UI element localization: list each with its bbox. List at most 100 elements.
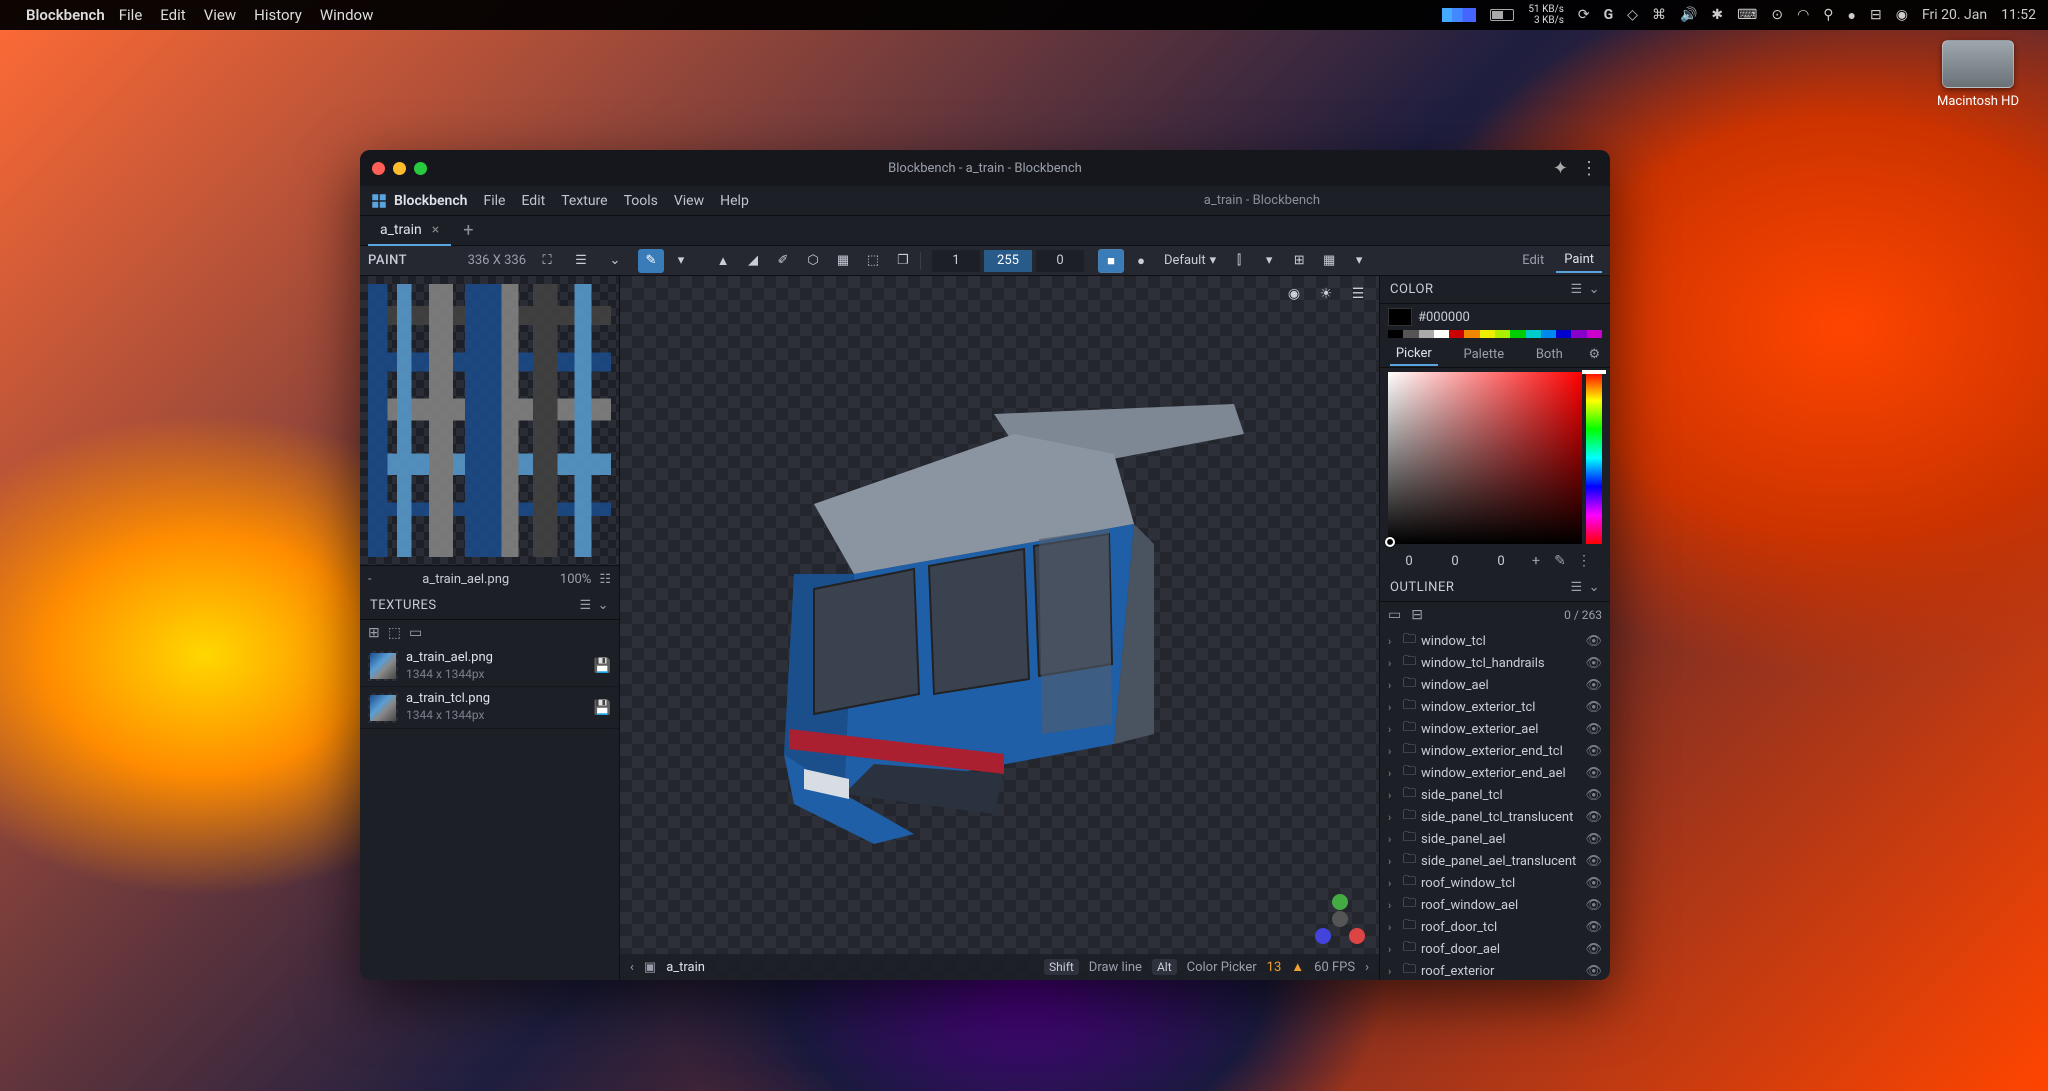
menubar-dot-icon[interactable]: ●	[1848, 7, 1856, 24]
visibility-icon[interactable]: 👁	[1585, 876, 1602, 891]
gizmo-z-icon[interactable]	[1315, 928, 1331, 944]
menubar-diamond-icon[interactable]: ◇	[1627, 7, 1638, 23]
palette-swatch[interactable]	[1495, 330, 1510, 338]
palette-swatch[interactable]	[1449, 330, 1464, 338]
palette-swatch[interactable]	[1419, 330, 1434, 338]
window-menu-icon[interactable]: ⋮	[1580, 158, 1598, 179]
chevron-right-icon[interactable]: ›	[1388, 657, 1398, 670]
chevron-right-icon[interactable]: ›	[1388, 921, 1398, 934]
mirror-icon[interactable]: ⫿	[1226, 249, 1252, 273]
texture-item[interactable]: a_train_tcl.png 1344 x 1344px 💾	[360, 687, 619, 728]
copy-tool-icon[interactable]: ❐	[890, 249, 916, 273]
window-minimize-button[interactable]	[393, 162, 406, 175]
color-hex-input[interactable]	[1418, 310, 1602, 325]
chevron-right-icon[interactable]: ›	[1388, 965, 1398, 978]
app-menu-texture[interactable]: Texture	[561, 193, 607, 209]
visibility-icon[interactable]: 👁	[1585, 942, 1602, 957]
texture-folder-icon[interactable]: ▭	[409, 625, 422, 641]
uv-prev-icon[interactable]: -	[368, 572, 372, 587]
visibility-icon[interactable]: 👁	[1585, 744, 1602, 759]
window-close-button[interactable]	[372, 162, 385, 175]
picker-tool-icon[interactable]: ✐	[770, 249, 796, 273]
macos-menu-view[interactable]: View	[204, 6, 236, 24]
gradient-tool-icon[interactable]: ▦	[830, 249, 856, 273]
brush-softness-input[interactable]	[1036, 250, 1084, 272]
plugin-icon[interactable]: ✦	[1553, 158, 1568, 179]
outliner-item[interactable]: ›🗀roof_door_tcl👁	[1380, 916, 1610, 938]
visibility-icon[interactable]: 👁	[1585, 700, 1602, 715]
palette-swatch[interactable]	[1480, 330, 1495, 338]
uv-editor[interactable]	[360, 276, 619, 566]
uv-menu-icon[interactable]: ☰	[568, 249, 594, 273]
visibility-icon[interactable]: 👁	[1585, 634, 1602, 649]
visibility-icon[interactable]: 👁	[1585, 656, 1602, 671]
texture-save-icon[interactable]: 💾	[594, 700, 611, 716]
chevron-right-icon[interactable]: ›	[1388, 811, 1398, 824]
outliner-item[interactable]: ›🗀window_exterior_ael👁	[1380, 718, 1610, 740]
menubar-wifi2-icon[interactable]: ◠	[1797, 7, 1809, 23]
uv-layers-icon[interactable]: ☷	[599, 572, 611, 587]
texture-import-icon[interactable]: ⬚	[388, 625, 401, 641]
palette-swatch[interactable]	[1388, 330, 1403, 338]
visibility-icon[interactable]: 👁	[1585, 854, 1602, 869]
outliner-item[interactable]: ›🗀window_exterior_end_tcl👁	[1380, 740, 1610, 762]
outliner-item[interactable]: ›🗀window_ael👁	[1380, 674, 1610, 696]
outliner-item[interactable]: ›🗀roof_door_ael👁	[1380, 938, 1610, 960]
palette-swatch[interactable]	[1403, 330, 1418, 338]
gizmo-x-icon[interactable]	[1349, 928, 1365, 944]
gizmo-y-icon[interactable]	[1332, 894, 1348, 910]
brush-shape-square-icon[interactable]: ■	[1098, 249, 1124, 273]
brush-opacity-input[interactable]	[984, 250, 1032, 272]
palette-swatch[interactable]	[1526, 330, 1541, 338]
menubar-link-icon[interactable]: ⌘	[1652, 7, 1666, 23]
viewport-sun-icon[interactable]: ☀	[1313, 282, 1339, 306]
select-tool-icon[interactable]: ⬚	[860, 249, 886, 273]
texture-save-icon[interactable]: 💾	[594, 658, 611, 674]
outliner-list[interactable]: ›🗀window_tcl👁›🗀window_tcl_handrails👁›🗀wi…	[1380, 628, 1610, 980]
tab-a-train[interactable]: a_train ×	[368, 216, 451, 246]
color-picker-icon[interactable]: ✎	[1550, 553, 1570, 569]
visibility-icon[interactable]: 👁	[1585, 920, 1602, 935]
app-menu-help[interactable]: Help	[720, 193, 749, 209]
menubar-date[interactable]: Fri 20. Jan	[1922, 7, 1987, 23]
lock-icon[interactable]: ⊞	[1286, 249, 1312, 273]
outliner-item[interactable]: ›🗀side_panel_tcl_translucent👁	[1380, 806, 1610, 828]
status-warning-icon[interactable]: ▲	[1291, 959, 1304, 975]
grid-dropdown-icon[interactable]: ▾	[1346, 249, 1372, 273]
viewport-camera-icon[interactable]: ◉	[1281, 282, 1307, 306]
menubar-control-icon[interactable]: ⊟	[1870, 7, 1882, 23]
textures-menu-icon[interactable]: ☰	[579, 598, 591, 613]
shape-tool-icon[interactable]: ⬡	[800, 249, 826, 273]
status-forward-icon[interactable]: ›	[1365, 960, 1369, 975]
fullscreen-icon[interactable]: ⛶	[534, 249, 560, 273]
mirror-dropdown-icon[interactable]: ▾	[1256, 249, 1282, 273]
menubar-graph-icon[interactable]	[1442, 8, 1476, 22]
outliner-chevron-icon[interactable]: ⌄	[1589, 580, 1600, 595]
menubar-speed-icon[interactable]: ⟳	[1578, 7, 1590, 23]
desktop-icon-macintosh-hd[interactable]: Macintosh HD	[1932, 40, 2024, 109]
macos-menu-file[interactable]: File	[119, 6, 143, 24]
outliner-item[interactable]: ›🗀window_exterior_end_ael👁	[1380, 762, 1610, 784]
palette-swatch[interactable]	[1571, 330, 1586, 338]
menubar-bluetooth-icon[interactable]: ✱	[1711, 7, 1723, 23]
color-tab-palette[interactable]: Palette	[1457, 344, 1510, 365]
eraser-tool-icon[interactable]: ◢	[740, 249, 766, 273]
tab-close-icon[interactable]: ×	[432, 222, 439, 238]
gizmo-center-icon[interactable]	[1332, 911, 1348, 927]
chevron-right-icon[interactable]: ›	[1388, 635, 1398, 648]
color-settings-icon[interactable]: ⚙	[1588, 347, 1600, 362]
app-logo[interactable]: Blockbench	[370, 192, 467, 210]
macos-menu-edit[interactable]: Edit	[160, 6, 185, 24]
saturation-value-box[interactable]	[1388, 372, 1582, 544]
brush-tool-icon[interactable]: ✎	[638, 249, 664, 273]
chevron-right-icon[interactable]: ›	[1388, 767, 1398, 780]
outliner-add-icon[interactable]: ▭	[1388, 607, 1401, 623]
visibility-icon[interactable]: 👁	[1585, 766, 1602, 781]
rgb-r-input[interactable]	[1388, 554, 1430, 569]
tab-add-button[interactable]: +	[451, 220, 485, 241]
mode-edit-tab[interactable]: Edit	[1514, 249, 1552, 272]
outliner-item[interactable]: ›🗀roof_window_ael👁	[1380, 894, 1610, 916]
outliner-item[interactable]: ›🗀window_exterior_tcl👁	[1380, 696, 1610, 718]
outliner-item[interactable]: ›🗀side_panel_ael_translucent👁	[1380, 850, 1610, 872]
palette-swatch[interactable]	[1541, 330, 1556, 338]
